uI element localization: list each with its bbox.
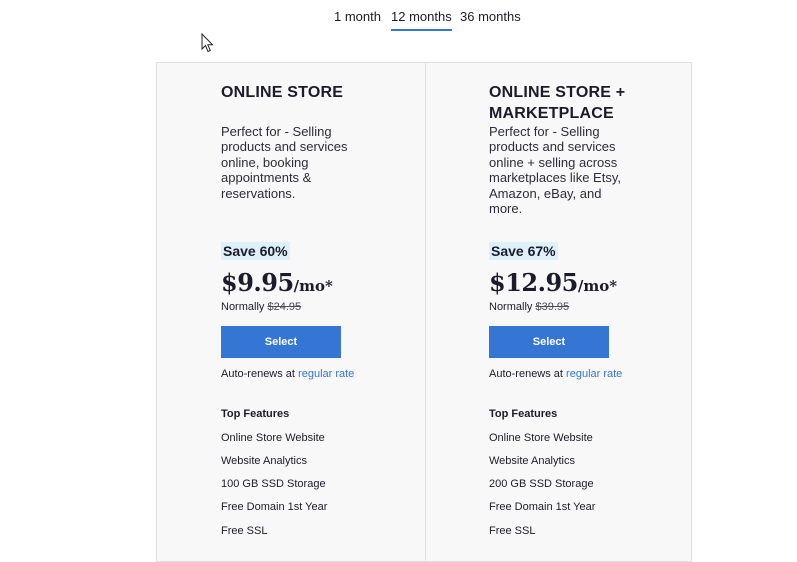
- feature-item: 200 GB SSD Storage: [489, 478, 594, 490]
- auto-renew-note: Auto-renews at regular rate: [489, 368, 623, 380]
- plan-description: Perfect for - Selling products and servi…: [221, 124, 348, 201]
- mouse-cursor-icon: [201, 33, 214, 53]
- feature-item: Website Analytics: [221, 455, 308, 467]
- plan-title: ONLINE STORE + MARKETPLACE: [489, 84, 626, 122]
- tab-36-months[interactable]: 36 months: [460, 9, 521, 25]
- save-badge: Save 60%: [221, 242, 290, 260]
- regular-rate-link[interactable]: regular rate: [298, 368, 354, 380]
- features-heading: Top Features: [221, 408, 290, 420]
- feature-item: Free SSL: [221, 525, 268, 537]
- normal-price: Normally $24.95: [221, 301, 302, 313]
- price-period: /mo*: [293, 277, 333, 295]
- feature-item: Free Domain 1st Year: [489, 501, 596, 513]
- normal-price: Normally $39.95: [489, 301, 570, 313]
- plan-card-online-store-marketplace: ONLINE STORE + MARKETPLACE Perfect for -…: [425, 63, 692, 561]
- feature-item: 100 GB SSD Storage: [221, 478, 326, 490]
- auto-renew-note: Auto-renews at regular rate: [221, 368, 355, 380]
- feature-item: Free Domain 1st Year: [221, 501, 328, 513]
- plan-description: Perfect for - Selling products and servi…: [489, 124, 621, 217]
- regular-rate-link[interactable]: regular rate: [566, 368, 622, 380]
- price-amount: $12.95: [489, 268, 578, 297]
- strikethrough-price: $24.95: [267, 301, 302, 313]
- strikethrough-price: $39.95: [535, 301, 570, 313]
- plan-card-online-store: ONLINE STORE Perfect for - Selling produ…: [157, 63, 424, 561]
- select-button[interactable]: Select: [489, 326, 609, 358]
- price-amount: $9.95: [221, 268, 294, 297]
- price-period: /mo*: [577, 277, 618, 295]
- plan-price: $12.95/mo*: [489, 268, 629, 297]
- feature-item: Free SSL: [489, 525, 536, 537]
- tab-12-months[interactable]: 12 months: [391, 9, 452, 31]
- select-button[interactable]: Select: [221, 326, 341, 358]
- save-badge: Save 67%: [489, 242, 558, 260]
- feature-item: Online Store Website: [489, 432, 593, 444]
- tab-1-month[interactable]: 1 month: [334, 9, 381, 25]
- pricing-cards: ONLINE STORE Perfect for - Selling produ…: [156, 62, 692, 562]
- billing-period-tabs: 1 month 12 months 36 months: [0, 9, 797, 31]
- plan-price: $9.95/mo*: [221, 268, 361, 297]
- feature-item: Online Store Website: [221, 432, 325, 444]
- feature-item: Website Analytics: [489, 455, 576, 467]
- features-heading: Top Features: [489, 408, 558, 420]
- plan-title: ONLINE STORE: [221, 84, 344, 101]
